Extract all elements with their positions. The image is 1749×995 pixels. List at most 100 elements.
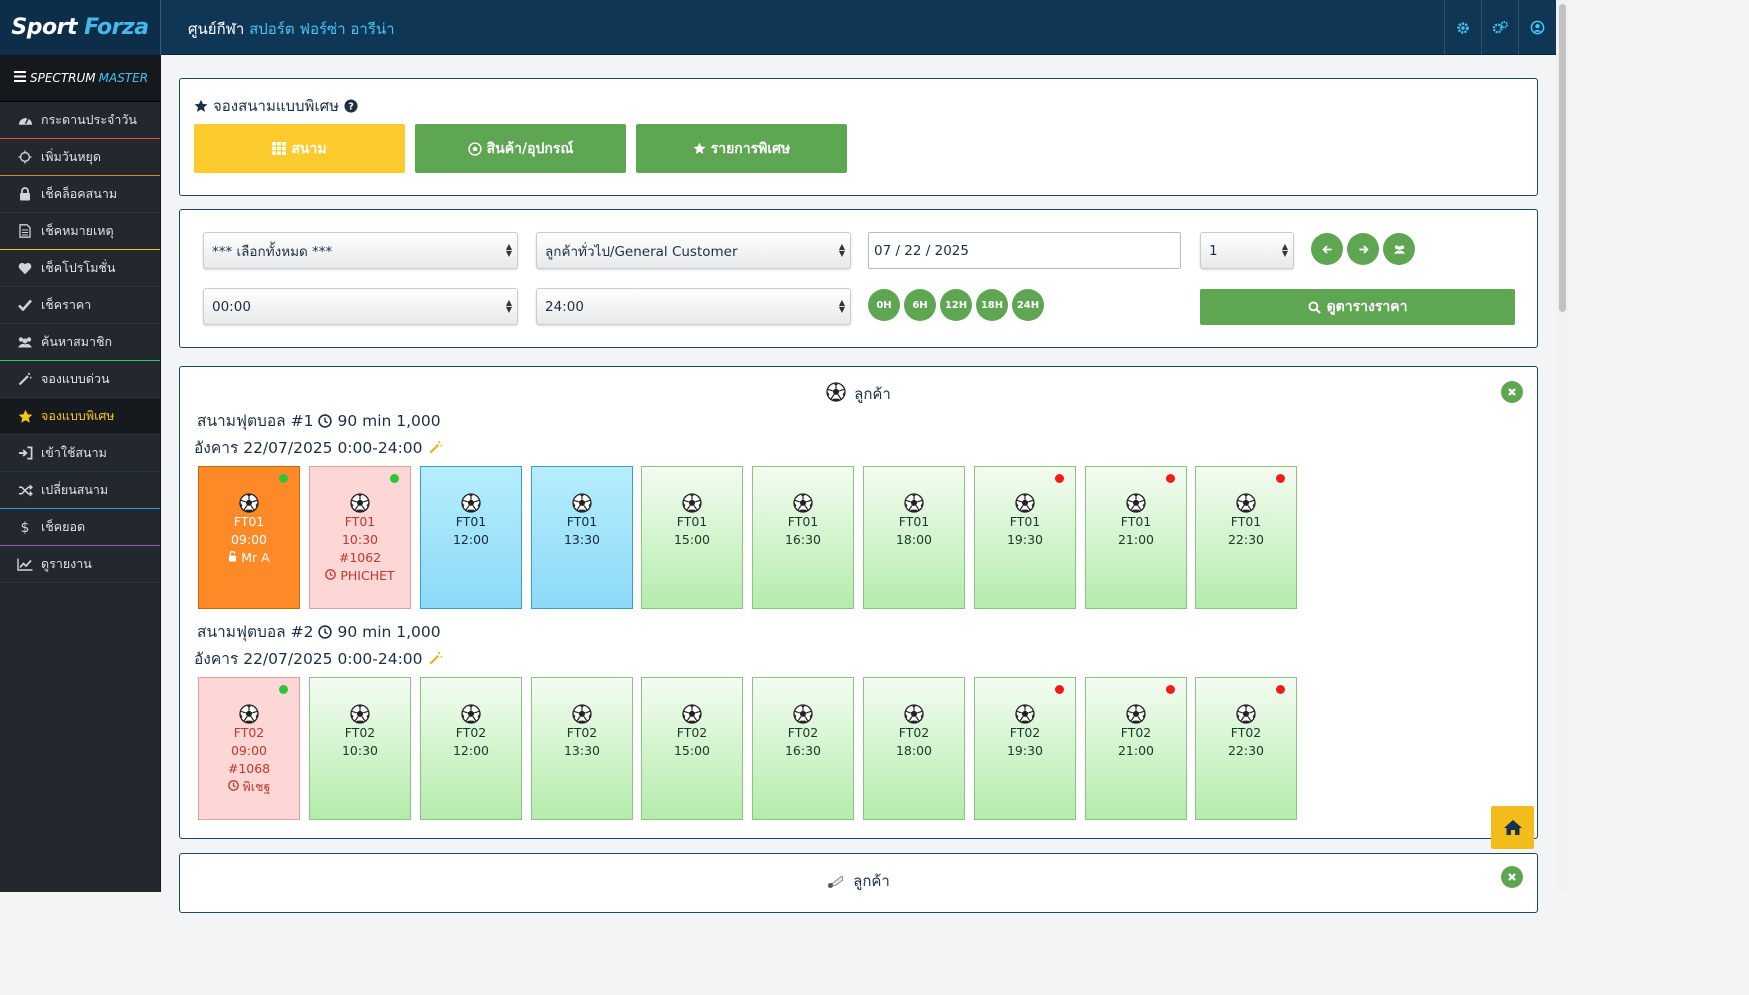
- time-slot[interactable]: FT01 22:30: [1195, 466, 1297, 609]
- sidebar-item-13[interactable]: ดูรายงาน: [0, 546, 160, 583]
- slot-booking-number: #1068: [227, 761, 271, 776]
- sidebar-item-7[interactable]: ค้นหาสมาชิก: [0, 324, 160, 361]
- field-title-1: สนามฟุตบอล #1 90 min 1,000: [197, 408, 441, 433]
- sidebar-item-label: เช็คหมายเหตุ: [41, 223, 114, 238]
- clock-icon: [325, 569, 337, 580]
- field-select[interactable]: *** เลือกทั้งหมด *** ▲ ▼: [203, 232, 518, 269]
- sidebar-item-1[interactable]: กระดานประจำวัน: [0, 102, 160, 139]
- sidebar-item-label: จองแบบด่วน: [41, 371, 110, 386]
- sidebar-item-9[interactable]: จองแบบพิเศษ: [0, 398, 160, 435]
- sidebar-item-12[interactable]: $ เช็คยอด: [0, 509, 160, 546]
- sidebar-master[interactable]: SPECTRUM MASTER: [0, 55, 160, 102]
- chart-line-icon: [17, 556, 33, 572]
- sidebar-item-6[interactable]: เช็คราคา: [0, 287, 160, 324]
- time-slot[interactable]: FT02 18:00: [863, 677, 965, 820]
- date-input[interactable]: 07 / 22 / 2025: [868, 232, 1181, 269]
- end-time-select[interactable]: 24:00 ▲ ▼: [536, 288, 851, 325]
- slot-time: 19:30: [1006, 743, 1044, 758]
- users-icon: [1393, 244, 1405, 254]
- search-icon: [1308, 300, 1321, 314]
- time-slot[interactable]: FT02 09:00 #1068 พิเชฐ: [198, 677, 300, 820]
- next-day-button[interactable]: [1347, 233, 1379, 265]
- close-section-2-button[interactable]: [1501, 866, 1523, 888]
- field-title-2: สนามฟุตบอล #2 90 min 1,000: [197, 619, 441, 644]
- status-dot: [390, 474, 399, 483]
- sidebar: SPECTRUM MASTER กระดานประจำวัน เพิ่มวันหยุ…: [0, 55, 161, 892]
- brand-logo[interactable]: Sport Forza: [0, 0, 161, 55]
- hour-button-6h[interactable]: 6H: [904, 289, 936, 321]
- view-price-table-button[interactable]: ดูตารางราคา: [1200, 289, 1515, 325]
- gears-icon[interactable]: [1481, 0, 1518, 55]
- unlock-icon: [229, 550, 237, 562]
- slot-code: FT01: [676, 514, 708, 529]
- products-tab-button[interactable]: สินค้า/อุปกรณ์: [415, 124, 626, 173]
- sidebar-item-2[interactable]: เพิ่มวันหยุด: [0, 139, 160, 176]
- sidebar-item-3[interactable]: เช็คล็อคสนาม: [0, 176, 160, 213]
- time-slot[interactable]: FT01 13:30: [531, 466, 633, 609]
- field-date-range-2: อังคาร 22/07/2025 0:00-24:00: [194, 646, 443, 671]
- soccer-ball-icon: [199, 704, 299, 724]
- special-items-tab-button[interactable]: รายการพิเศษ: [636, 124, 847, 173]
- sidebar-item-11[interactable]: เปลี่ยนสนาม: [0, 472, 160, 509]
- check-icon: [17, 297, 33, 313]
- arrow-right-icon: [1358, 244, 1369, 254]
- field-duration: 90 min 1,000: [337, 411, 441, 430]
- start-time-select[interactable]: 00:00 ▲ ▼: [203, 288, 518, 325]
- time-slot[interactable]: FT02 13:30: [531, 677, 633, 820]
- slot-customer-name: Mr A: [241, 550, 270, 565]
- time-slot[interactable]: FT01 12:00: [420, 466, 522, 609]
- users-icon: [17, 334, 33, 350]
- slot-code: FT02: [787, 725, 819, 740]
- members-button[interactable]: [1383, 233, 1415, 265]
- slot-time: 09:00: [230, 532, 268, 547]
- time-slot[interactable]: FT02 12:00: [420, 677, 522, 820]
- question-circle-icon[interactable]: ?: [344, 99, 358, 113]
- soccer-ball-icon: [753, 493, 853, 513]
- gear-icon[interactable]: [1444, 0, 1481, 55]
- time-slot[interactable]: FT02 22:30: [1195, 677, 1297, 820]
- user-circle-icon[interactable]: [1518, 0, 1555, 55]
- time-slot[interactable]: FT01 16:30: [752, 466, 854, 609]
- time-slot[interactable]: FT02 10:30: [309, 677, 411, 820]
- hour-button-18h[interactable]: 18H: [976, 289, 1008, 321]
- sidebar-item-label: เช็คโปรโมชั่น: [41, 260, 116, 275]
- field-duration: 90 min 1,000: [337, 622, 441, 641]
- customer-select[interactable]: ลูกค้าทั่วไป/General Customer ▲ ▼: [536, 232, 851, 269]
- magic-wand-icon[interactable]: [428, 440, 443, 455]
- close-section-button[interactable]: [1501, 381, 1523, 403]
- count-select[interactable]: 1 ▲ ▼: [1200, 232, 1294, 269]
- sidebar-item-5[interactable]: เช็คโปรโมชั่น: [0, 250, 160, 287]
- time-slot[interactable]: FT01 10:30 #1062 PHICHET: [309, 466, 411, 609]
- sidebar-item-4[interactable]: เช็คหมายเหตุ: [0, 213, 160, 250]
- slot-code: FT01: [455, 514, 487, 529]
- time-slot[interactable]: FT01 21:00: [1085, 466, 1187, 609]
- magic-wand-icon[interactable]: [428, 651, 443, 666]
- hour-button-24h[interactable]: 24H: [1012, 289, 1044, 321]
- prev-day-button[interactable]: [1311, 233, 1343, 265]
- time-slot[interactable]: FT02 21:00: [1085, 677, 1187, 820]
- slot-time: 09:00: [230, 743, 268, 758]
- time-slot[interactable]: FT01 19:30: [974, 466, 1076, 609]
- time-slot[interactable]: FT01 18:00: [863, 466, 965, 609]
- sidebar-item-label: เช็คล็อคสนาม: [41, 186, 118, 201]
- time-slot[interactable]: FT02 16:30: [752, 677, 854, 820]
- time-slot[interactable]: FT02 19:30: [974, 677, 1076, 820]
- sidebar-item-10[interactable]: เข้าใช้สนาม: [0, 435, 160, 472]
- time-slot[interactable]: FT01 09:00 Mr A: [198, 466, 300, 609]
- soccer-ball-icon: [1086, 493, 1186, 513]
- hour-button-0h[interactable]: 0H: [868, 289, 900, 321]
- time-slot[interactable]: FT02 15:00: [641, 677, 743, 820]
- slot-code: FT01: [898, 514, 930, 529]
- home-button[interactable]: [1491, 806, 1534, 849]
- time-slot[interactable]: FT01 15:00: [641, 466, 743, 609]
- field-tab-button[interactable]: สนาม: [194, 124, 405, 173]
- field-tab-label: สนาม: [291, 140, 327, 157]
- hour-button-12h[interactable]: 12H: [940, 289, 972, 321]
- clock-icon: [318, 413, 333, 428]
- sidebar-item-8[interactable]: จองแบบด่วน: [0, 361, 160, 398]
- sidebar-item-label: เช็คราคา: [41, 297, 92, 312]
- hamburger-icon[interactable]: [14, 71, 26, 85]
- slot-customer-name: PHICHET: [340, 568, 395, 583]
- scrollbar-thumb[interactable]: [1559, 4, 1566, 312]
- customer-section-2-label: ลูกค้า: [853, 872, 890, 890]
